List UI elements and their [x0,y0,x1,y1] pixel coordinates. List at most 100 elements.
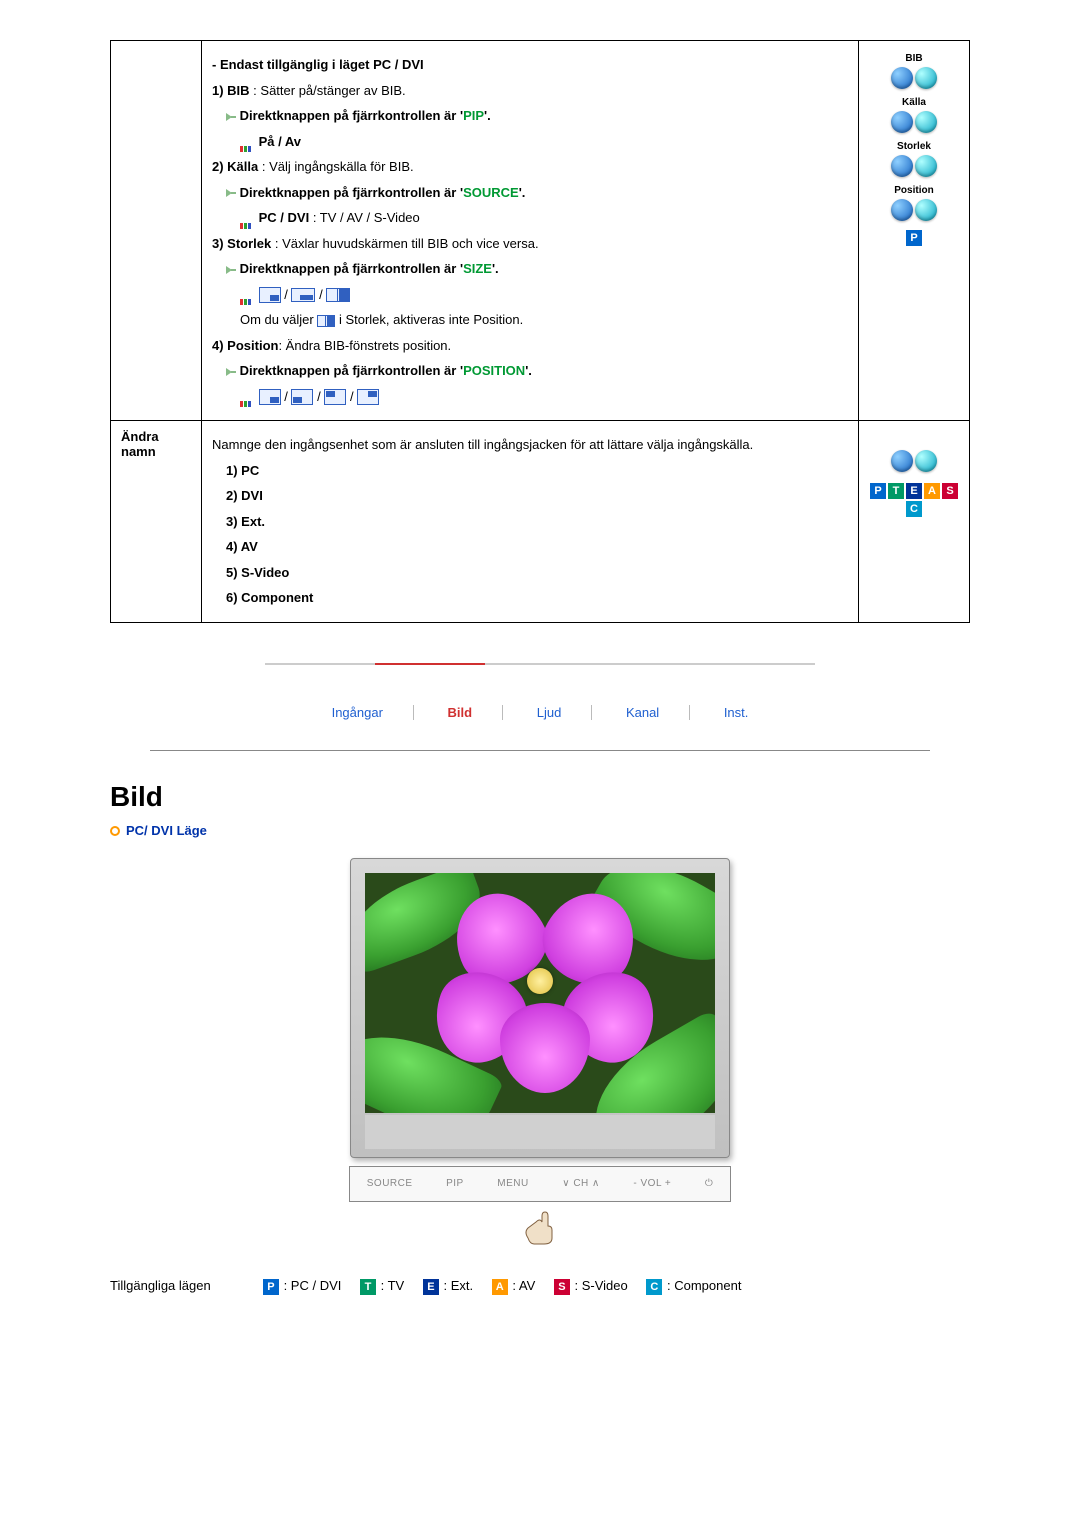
arrow-icon [226,266,236,274]
divider [150,750,930,751]
badge-a: A [924,483,940,499]
monitor-button-strip: SOURCE PIP MENU ∨ CH ∧ - VOL + ⏻ [349,1166,731,1202]
remote-label-bib: BIB [869,53,959,64]
arrow-icon [226,368,236,376]
monitor-frame [350,858,730,1158]
bib-remote: Direktknappen på fjärrkontrollen är 'PIP… [212,106,848,126]
row2-remote-icons: PTEAS C [859,421,970,623]
monitor-btn-source: SOURCE [367,1178,413,1189]
remote-button-icon [891,111,913,133]
rgb-bullet-icon [240,138,252,146]
row1-content: - Endast tillgänglig i läget PC / DVI 1)… [202,41,859,421]
remote-button-icon [915,450,937,472]
badge-t: T [360,1279,376,1295]
legend-item: T : TV [359,1278,404,1296]
badge-c: C [646,1279,662,1295]
row2-item: 4) AV [212,537,848,557]
tab-ingangar[interactable]: Ingångar [302,705,414,720]
pip-pos-tr-icon [357,389,379,405]
badge-p: P [906,230,922,246]
pip-pos-tl-icon [324,389,346,405]
remote-button-icon [915,155,937,177]
hand-pointer-icon [520,1208,560,1248]
legend-item: P : PC / DVI [262,1278,341,1296]
monitor-btn-vol: - VOL + [633,1178,671,1189]
pip-pos-br-icon [259,389,281,405]
bib-onoff: På / Av [212,132,848,152]
row2-item: 2) DVI [212,486,848,506]
legend-item: E : Ext. [422,1278,473,1296]
size-icons-row: / / [212,285,848,305]
monitor-btn-ch: ∨ CH ∧ [562,1178,600,1189]
page-title: Bild [110,781,970,813]
row2-item: 3) Ext. [212,512,848,532]
flower-center [527,968,553,994]
remote-button-icon [915,67,937,89]
position-remote: Direktknappen på fjärrkontrollen är 'POS… [212,361,848,381]
bullet-icon [110,826,120,836]
remote-button-icon [915,111,937,133]
pip-size-icon [317,315,335,327]
source-values: PC / DVI : TV / AV / S-Video [212,208,848,228]
badge-s: S [942,483,958,499]
legend-row: Tillgängliga lägen P : PC / DVI T : TV E… [110,1278,970,1296]
settings-table: - Endast tillgänglig i läget PC / DVI 1)… [110,40,970,623]
remote-button-icon [891,67,913,89]
remote-label-storlek: Storlek [869,141,959,152]
tab-underline [265,663,815,665]
monitor-illustration: SOURCE PIP MENU ∨ CH ∧ - VOL + ⏻ [110,858,970,1248]
position-line: 4) Position: Ändra BIB-fönstrets positio… [212,336,848,356]
nav-tabs: Ingångar Bild Ljud Kanal Inst. [110,705,970,720]
badge-p: P [263,1279,279,1295]
row1-remote-icons: BIB Källa Storlek Position P [859,41,970,421]
arrow-icon [226,189,236,197]
row2-content: Namnge den ingångsenhet som är ansluten … [202,421,859,623]
bib-line: 1) BIB : Sätter på/stänger av BIB. [212,81,848,101]
row2-item: 6) Component [212,588,848,608]
pip-size-icon [259,287,281,303]
rgb-bullet-icon [240,291,252,299]
tab-ljud[interactable]: Ljud [507,705,593,720]
remote-button-icon [891,155,913,177]
badge-s: S [554,1279,570,1295]
remote-label-position: Position [869,185,959,196]
tab-bild[interactable]: Bild [418,705,504,720]
tab-inst[interactable]: Inst. [694,705,779,720]
badge-p: P [870,483,886,499]
legend-item: S : S-Video [553,1278,628,1296]
remote-button-icon [915,199,937,221]
source-remote: Direktknappen på fjärrkontrollen är 'SOU… [212,183,848,203]
remote-button-icon [891,199,913,221]
badge-a: A [492,1279,508,1295]
size-line: 3) Storlek : Växlar huvudskärmen till BI… [212,234,848,254]
pip-size-icon [326,288,350,302]
remote-button-icon [891,450,913,472]
row2-item: 1) PC [212,461,848,481]
legend-item: A : AV [491,1278,536,1296]
size-note: Om du väljer i Storlek, aktiveras inte P… [212,310,848,330]
pip-size-icon [291,288,315,302]
monitor-btn-pip: PIP [446,1178,464,1189]
subheading: PC/ DVI Läge [110,823,970,838]
badge-e: E [423,1279,439,1295]
arrow-icon [226,113,236,121]
badge-c: C [906,501,922,517]
pc-dvi-only-note: - Endast tillgänglig i läget PC / DVI [212,55,848,75]
monitor-btn-power: ⏻ [705,1178,713,1189]
rgb-bullet-icon [240,393,252,401]
size-remote: Direktknappen på fjärrkontrollen är 'SIZ… [212,259,848,279]
pip-pos-bl-icon [291,389,313,405]
row2-label: Ändra namn [111,421,202,623]
row2-desc: Namnge den ingångsenhet som är ansluten … [212,435,848,455]
row2-item: 5) S-Video [212,563,848,583]
source-line: 2) Källa : Välj ingångskälla för BIB. [212,157,848,177]
remote-label-kalla: Källa [869,97,959,108]
monitor-screen [365,873,715,1113]
position-icons-row: / / / [212,387,848,407]
monitor-btn-menu: MENU [497,1178,528,1189]
legend-label: Tillgängliga lägen [110,1278,211,1293]
legend-item: C : Component [645,1278,741,1296]
badge-t: T [888,483,904,499]
badge-e: E [906,483,922,499]
tab-kanal[interactable]: Kanal [596,705,690,720]
